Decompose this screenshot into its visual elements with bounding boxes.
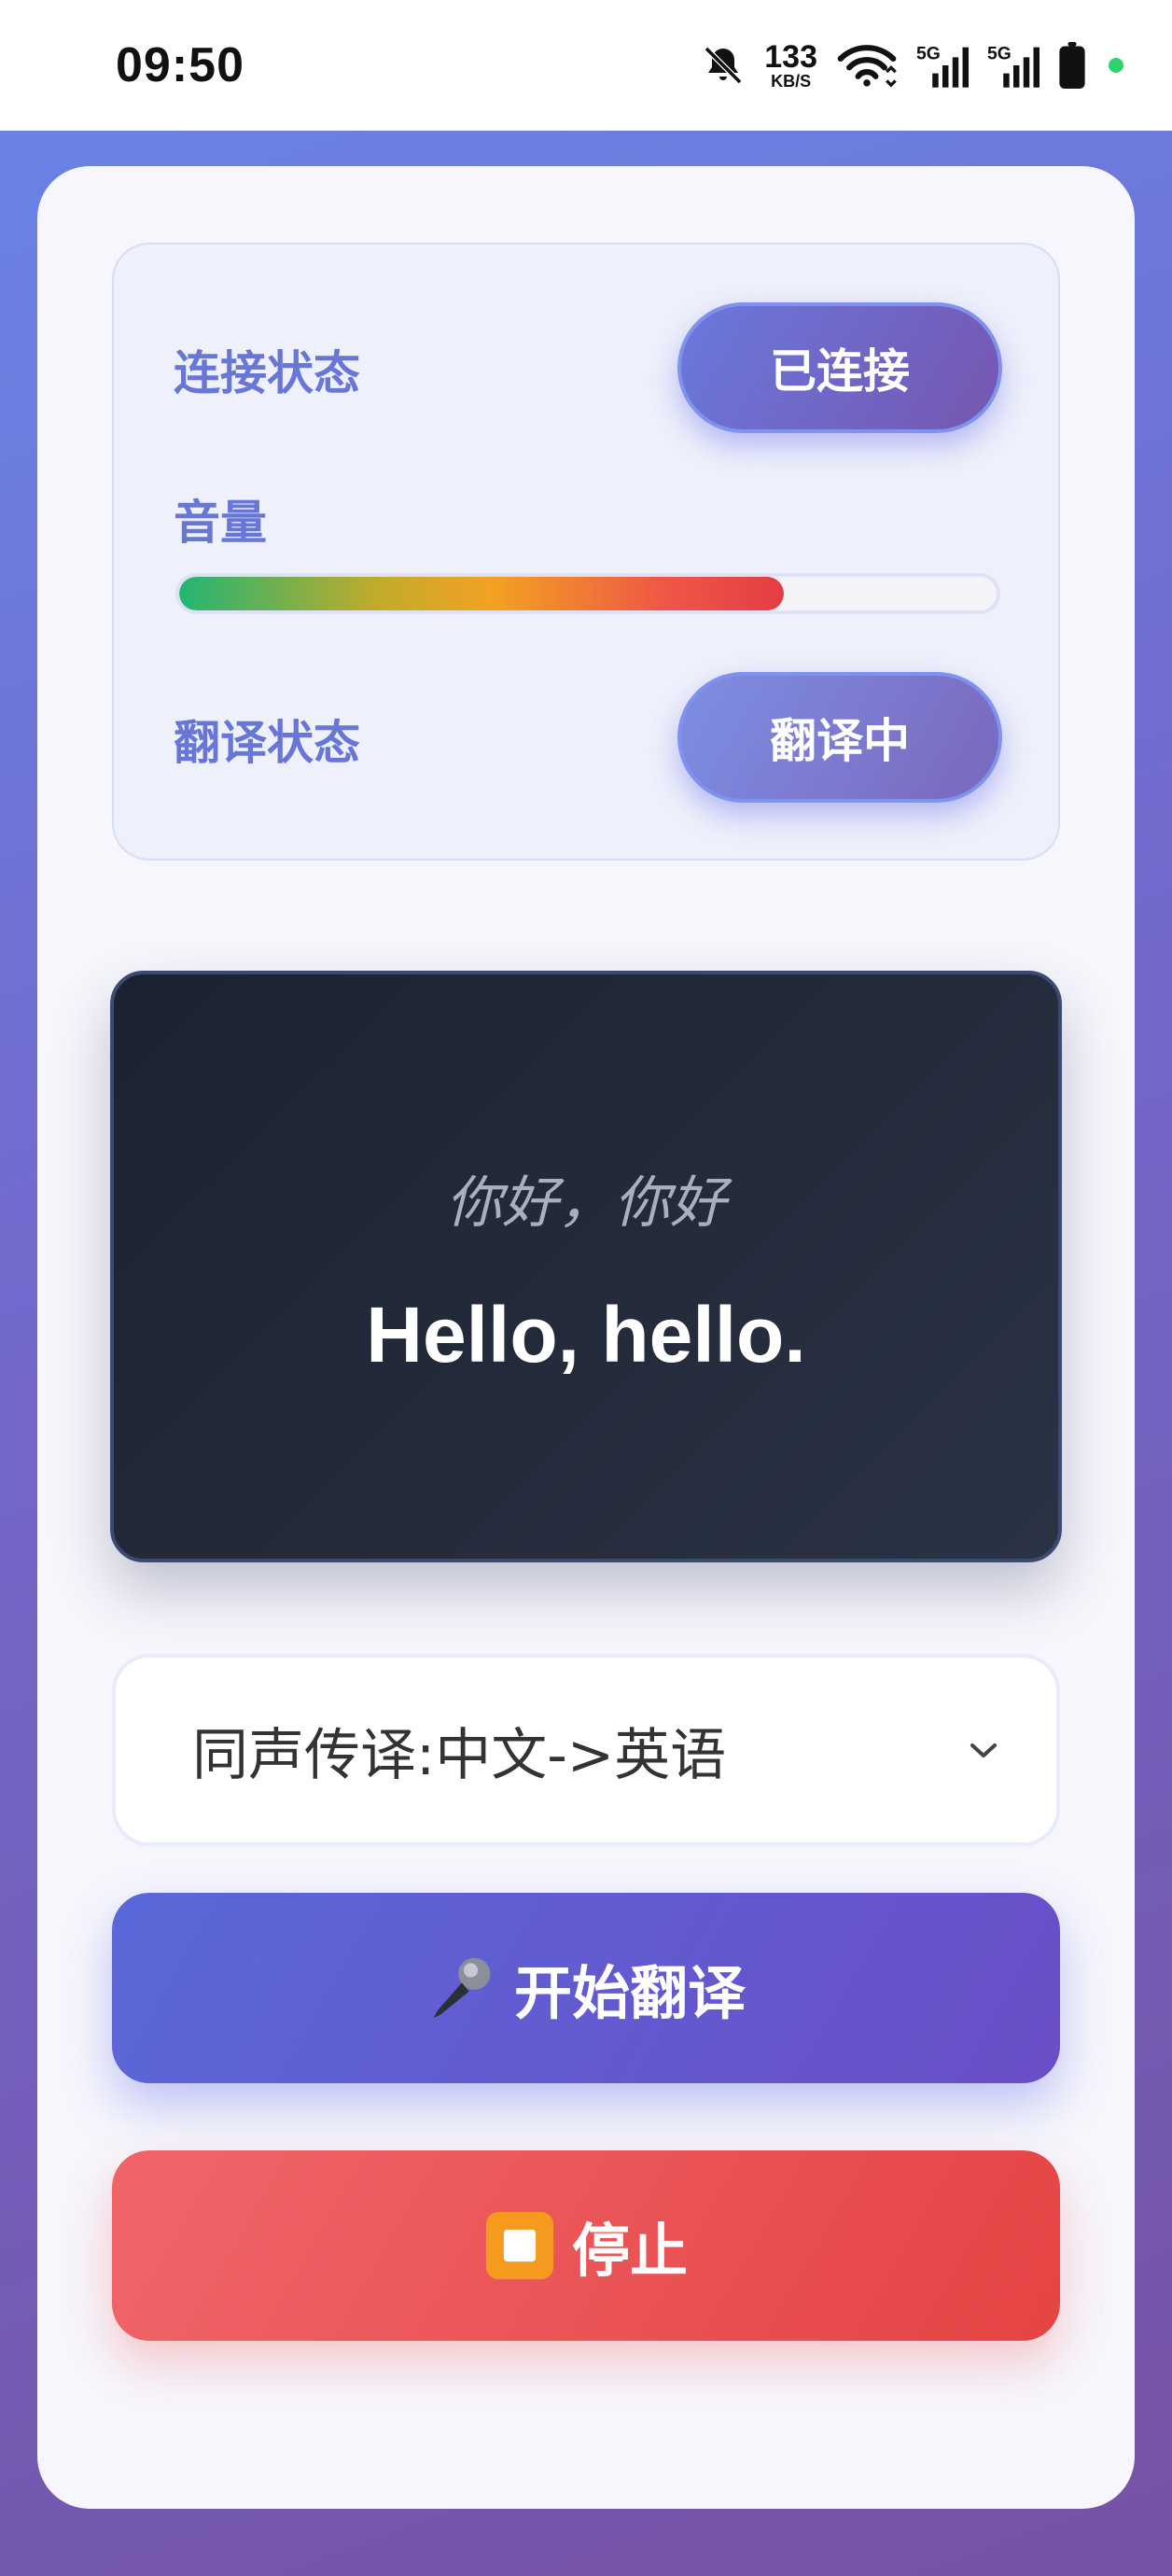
battery-icon: [1058, 42, 1086, 89]
wifi-icon: [836, 43, 898, 88]
stop-square-icon: [484, 2210, 555, 2281]
translation-status-label: 翻译状态: [174, 716, 360, 770]
connection-status-label: 连接状态: [174, 346, 360, 400]
stop-label: 停止: [571, 2217, 688, 2285]
stop-button[interactable]: 停止: [112, 2150, 1060, 2341]
privacy-indicator-dot: [1109, 58, 1123, 73]
microphone-icon: [426, 1953, 497, 2023]
translation-mode-select[interactable]: 同声传译:中文->英语: [112, 1654, 1060, 1846]
chevron-down-icon: [967, 1739, 1000, 1761]
svg-text:5G: 5G: [987, 44, 1012, 64]
svg-text:5G: 5G: [916, 44, 941, 64]
volume-label: 音量: [174, 496, 267, 550]
volume-meter: [175, 573, 1000, 614]
status-panel: 连接状态 已连接 音量 翻译状态 翻译中: [112, 243, 1060, 861]
status-icons: 133 KB/S 5G 5G: [701, 41, 1123, 90]
translated-text: Hello, hello.: [366, 1291, 806, 1379]
source-text: 你好，你好: [446, 1170, 726, 1236]
net-speed: 133 KB/S: [764, 39, 817, 91]
connection-status-badge: 已连接: [677, 302, 1002, 433]
bell-off-icon: [701, 43, 746, 88]
signal-5g-icon: 5G: [987, 41, 1039, 90]
translation-display: 你好，你好 Hello, hello.: [110, 971, 1062, 1562]
start-translation-button[interactable]: 开始翻译: [112, 1893, 1060, 2083]
status-bar: 09:50 133 KB/S 5G 5G: [0, 0, 1172, 131]
volume-meter-fill: [179, 577, 785, 610]
signal-5g-icon: 5G: [916, 41, 969, 90]
translation-mode-value: 同声传译:中文->英语: [192, 1722, 727, 1788]
status-time: 09:50: [116, 38, 244, 92]
translation-status-badge: 翻译中: [677, 672, 1002, 803]
start-translation-label: 开始翻译: [513, 1959, 746, 2027]
